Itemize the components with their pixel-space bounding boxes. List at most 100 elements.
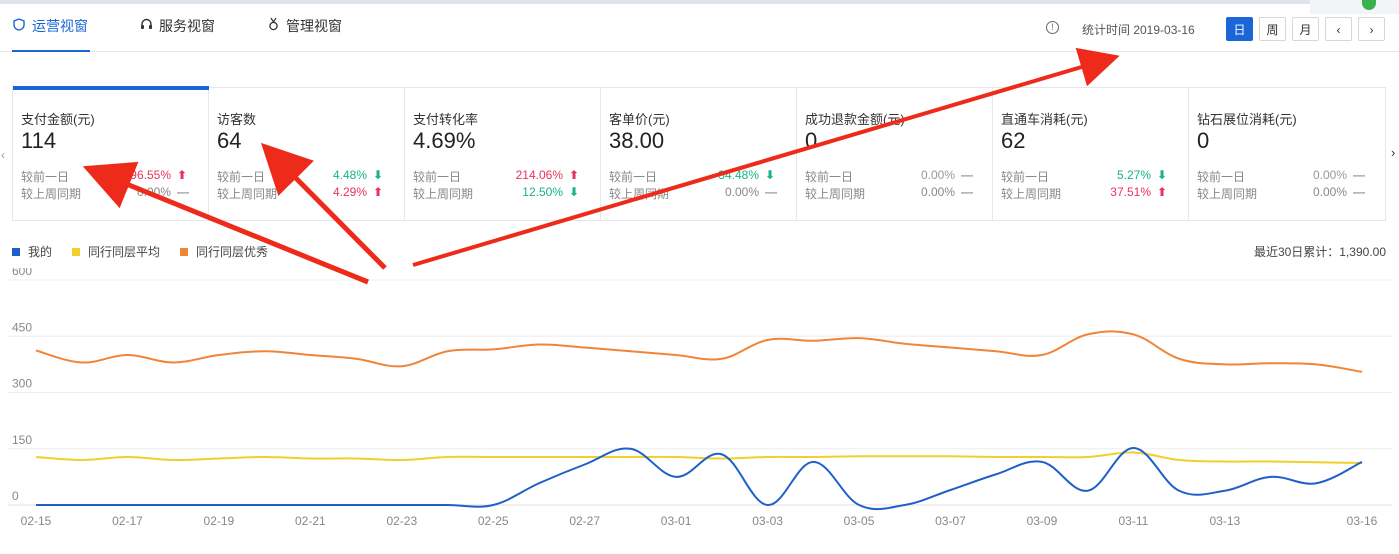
tab-label: 运营视窗 — [32, 18, 88, 34]
period-month-button[interactable]: 月 — [1292, 17, 1319, 41]
metric-card[interactable]: 客单价(元) 38.00 较前一日 34.48% ⬇ 较上周同期 0.00% — — [601, 88, 797, 220]
compare-value: 4.48% — [332, 168, 367, 182]
compare-value: 37.51% — [1110, 185, 1151, 199]
legend-item-mine[interactable]: 我的 — [12, 243, 52, 260]
legend-label: 同行同层平均 — [88, 245, 161, 259]
metric-card[interactable]: 支付转化率 4.69% 较前一日 214.06% ⬆ 较上周同期 12.50% ⬇ — [405, 88, 601, 220]
compare-value: 34.48% — [718, 168, 759, 182]
trend-down-icon: ⬇ — [373, 168, 384, 182]
x-tick-label: 03-07 — [935, 514, 966, 528]
stat-time: 统计时间 2019-03-16 — [1082, 23, 1195, 37]
compare-label: 较前一日 — [21, 170, 70, 184]
tab-service[interactable]: 服务视窗 — [139, 4, 219, 50]
medal-icon — [266, 5, 280, 49]
series-line-peer-average — [35, 451, 1363, 464]
legend-swatch — [12, 248, 20, 256]
trend-flat-icon: — — [765, 185, 777, 199]
period-day-button[interactable]: 日 — [1226, 17, 1253, 41]
trend-up-icon: ⬆ — [373, 185, 384, 199]
compare-label: 较上周同期 — [609, 187, 670, 201]
headset-icon — [139, 5, 153, 49]
series-line-peer-excellent — [35, 330, 1363, 373]
metric-title: 钻石展位消耗(元) — [1197, 112, 1297, 127]
trend-flat-icon: — — [1353, 168, 1365, 182]
compare-label: 较上周同期 — [21, 187, 82, 201]
metric-cards: 支付金额(元) 114 较前一日 96.55% ⬆ 较上周同期 0.00% — 访客数 64 较前一… — [12, 86, 1386, 221]
y-tick-label: 300 — [12, 377, 32, 391]
x-tick-label: 02-19 — [204, 514, 235, 528]
trend-up-icon: ⬆ — [569, 168, 580, 182]
compare-value: 0.00% — [920, 168, 955, 182]
x-tick-label: 03-09 — [1027, 514, 1058, 528]
compare-value: 5.27% — [1116, 168, 1151, 182]
legend-swatch — [180, 248, 188, 256]
legend-item-peer-average[interactable]: 同行同层平均 — [72, 243, 160, 260]
compare-label: 较前一日 — [805, 170, 854, 184]
compare-value: 0.00% — [920, 185, 955, 199]
tab-operations[interactable]: 运营视窗 — [12, 4, 90, 52]
y-tick-label: 150 — [12, 433, 32, 447]
compare-label: 较前一日 — [413, 170, 462, 184]
metric-title: 支付转化率 — [413, 112, 479, 127]
metric-card[interactable]: 支付金额(元) 114 较前一日 96.55% ⬆ 较上周同期 0.00% — — [13, 86, 209, 220]
trend-flat-icon: — — [961, 168, 973, 182]
metric-value: 38.00 — [609, 128, 665, 153]
compare-label: 较前一日 — [609, 170, 658, 184]
period-week-button[interactable]: 周 — [1259, 17, 1286, 41]
trend-up-icon: ⬆ — [177, 168, 188, 182]
compare-label: 较上周同期 — [217, 187, 278, 201]
compare-value: 0.00% — [1312, 185, 1347, 199]
trend-down-icon: ⬇ — [1157, 168, 1168, 182]
compare-value: 0.00% — [1312, 168, 1347, 182]
x-tick-label: 03-13 — [1209, 514, 1240, 528]
x-tick-label: 02-17 — [112, 514, 143, 528]
next-date-button[interactable]: › — [1358, 17, 1385, 41]
metric-card[interactable]: 访客数 64 较前一日 4.48% ⬇ 较上周同期 4.29% ⬆ — [209, 88, 405, 220]
x-tick-label: 02-25 — [478, 514, 509, 528]
compare-value: 0.00% — [724, 185, 759, 199]
x-tick-label: 02-27 — [569, 514, 600, 528]
compare-label: 较上周同期 — [805, 187, 866, 201]
compare-label: 较上周同期 — [1001, 187, 1062, 201]
cards-next-arrow-icon[interactable]: › — [1391, 145, 1395, 160]
trend-down-icon: ⬇ — [569, 185, 580, 199]
compare-label: 较前一日 — [1197, 170, 1246, 184]
trend-up-icon: ⬆ — [1157, 185, 1168, 199]
compare-label: 较上周同期 — [413, 187, 474, 201]
legend-label: 同行同层优秀 — [196, 245, 269, 259]
tab-label: 服务视窗 — [159, 18, 215, 34]
compare-value: 214.06% — [515, 168, 563, 182]
metric-value: 62 — [1001, 128, 1026, 153]
cards-prev-arrow-icon[interactable]: ‹ — [1, 148, 5, 162]
x-tick-label: 02-21 — [295, 514, 326, 528]
metric-value: 64 — [217, 128, 242, 153]
compare-value: 12.50% — [522, 185, 563, 199]
tab-management[interactable]: 管理视窗 — [266, 4, 346, 50]
legend-item-peer-excellent[interactable]: 同行同层优秀 — [180, 243, 268, 260]
y-tick-label: 0 — [12, 489, 19, 503]
compare-label: 较前一日 — [217, 170, 266, 184]
compare-value: 96.55% — [130, 168, 171, 182]
compare-value: 0.00% — [136, 185, 171, 199]
metric-title: 支付金额(元) — [21, 112, 95, 127]
x-tick-label: 03-03 — [752, 514, 783, 528]
legend-label: 我的 — [28, 245, 53, 259]
compare-label: 较前一日 — [1001, 170, 1050, 184]
metric-title: 成功退款金额(元) — [805, 112, 905, 127]
compare-value: 4.29% — [332, 185, 367, 199]
x-tick-label: 02-15 — [21, 514, 52, 528]
trend-flat-icon: — — [961, 185, 973, 199]
prev-date-button[interactable]: ‹ — [1325, 17, 1352, 41]
view-tabs: 运营视窗 服务视窗 管理视窗 ! 统计时间 2019-03-16 日 周 月 ‹… — [0, 4, 1399, 52]
metric-value: 114 — [21, 128, 57, 153]
metric-title: 访客数 — [217, 112, 257, 127]
metric-card[interactable]: 成功退款金额(元) 0 较前一日 0.00% — 较上周同期 0.00% — — [797, 88, 993, 220]
metric-card[interactable]: 钻石展位消耗(元) 0 较前一日 0.00% — 较上周同期 0.00% — — [1189, 88, 1385, 220]
info-icon[interactable]: ! — [1046, 21, 1059, 34]
metric-card[interactable]: 直通车消耗(元) 62 较前一日 5.27% ⬇ 较上周同期 37.51% ⬆ — [993, 88, 1189, 220]
metric-value: 0 — [1197, 128, 1210, 153]
y-tick-label: 450 — [12, 320, 32, 334]
tab-label: 管理视窗 — [286, 18, 342, 34]
metric-value: 0 — [805, 128, 818, 153]
shield-icon — [12, 5, 26, 49]
